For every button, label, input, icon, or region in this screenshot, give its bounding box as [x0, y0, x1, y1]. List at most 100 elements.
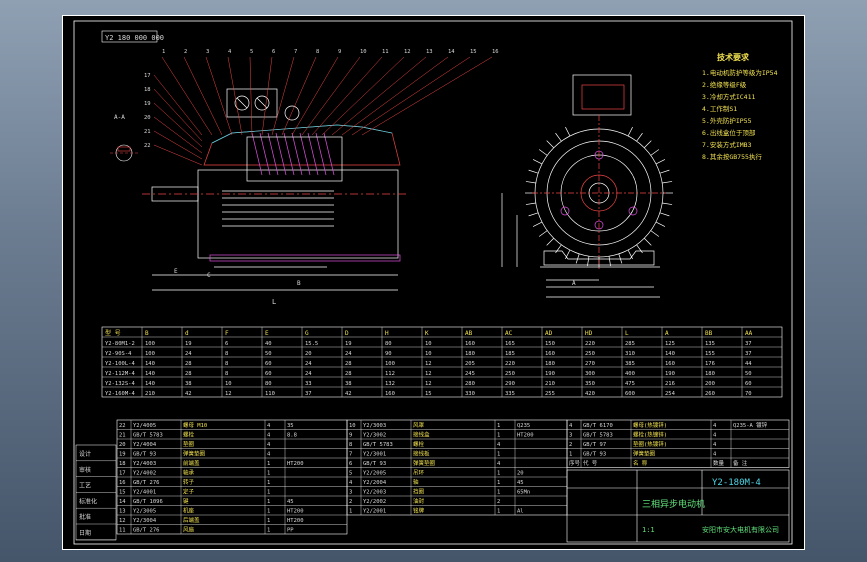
bom-cell: Y2/4005: [133, 423, 156, 429]
table-cell: 270: [585, 361, 595, 367]
bom-cell: 10: [349, 423, 356, 429]
bom-cell: Y2/4001: [133, 490, 156, 496]
tech-requirements: 1.电动机防护等级为IP54 2.绝缘等级F级 3.冷却方式IC411 4.工作制S1…: [702, 68, 778, 161]
bom-cell: 4: [713, 423, 717, 429]
bom-cell: GB/T 5783: [363, 442, 393, 448]
title-tag: Y2 180 000 000: [105, 34, 164, 42]
bom-cell: 1: [497, 423, 500, 429]
table-cell: 12: [425, 381, 432, 387]
bom-cell: GB/T 5783: [133, 433, 163, 439]
table-cell: 60: [265, 361, 272, 367]
leader-label: 20: [144, 115, 151, 121]
bom-cell: Y2/3003: [363, 423, 386, 429]
table-cell: 140: [145, 381, 155, 387]
table-cell: 33: [305, 381, 312, 387]
table-header: AB: [465, 330, 473, 337]
table-cell: 200: [705, 381, 715, 387]
table-cell: 335: [505, 391, 515, 397]
bom-cell: 13: [119, 509, 126, 515]
table-cell: 140: [665, 351, 675, 357]
bom-cell: 4: [713, 442, 717, 448]
table-cell: 180: [465, 351, 475, 357]
bom-cell: 18: [119, 461, 126, 467]
table-header: BB: [705, 330, 713, 337]
section-detail: [110, 144, 138, 162]
bom-cell: 1: [267, 471, 270, 477]
table-cell: 15: [425, 391, 432, 397]
bom-cell: 15: [119, 490, 126, 496]
table-cell: 100: [385, 361, 395, 367]
bom-right: 4 GB/T 6170 螺母(热镀锌) 4 Q235-A 镀锌 3 GB/T 5783 螺栓(…: [566, 419, 790, 468]
table-cell: 140: [145, 371, 155, 377]
table-cell: 160: [465, 341, 475, 347]
table-cell: 180: [705, 371, 715, 377]
bom-cell: 1: [349, 509, 352, 515]
bom-cell: 20: [119, 442, 126, 448]
table-cell: 28: [345, 371, 352, 377]
sign-label: 审核: [79, 466, 91, 474]
table-cell: 135: [705, 341, 715, 347]
motor-name: 三相异步电动机: [642, 498, 705, 510]
leader-label: 18: [144, 87, 151, 93]
bom-cell: 4: [497, 461, 501, 467]
bom-cell: 4: [713, 452, 717, 458]
table-cell: 250: [585, 351, 595, 357]
sign-label: 工艺: [79, 482, 91, 490]
bom-cell: 11: [119, 528, 126, 534]
bom-cell: Y2/2003: [363, 490, 386, 496]
leader-label: 12: [404, 49, 411, 55]
table-header: E: [265, 330, 269, 337]
bom-cell: 前端盖: [183, 459, 200, 467]
bom-cell: 转子: [183, 478, 195, 486]
bom-cell: 1: [267, 509, 270, 515]
table-cell: 150: [545, 341, 555, 347]
table-cell: 210: [145, 391, 155, 397]
table-cell: 40: [265, 341, 272, 347]
stator-hatch: [251, 132, 335, 176]
leader-label: 3: [206, 49, 209, 55]
table-cell: 160: [385, 391, 395, 397]
bom-cell: 3: [569, 433, 572, 439]
bom-cell: 螺母 M10: [183, 421, 207, 429]
leader-label: 10: [360, 49, 367, 55]
bom-cell: 油封: [413, 497, 425, 505]
bom-cell: 45: [287, 499, 294, 505]
bom-cell: 65Mn: [517, 490, 530, 496]
table-header: AA: [745, 330, 753, 337]
bom-cell: 19: [119, 452, 126, 458]
table-cell: 210: [545, 381, 555, 387]
bom-cell: PP: [287, 528, 294, 534]
table-cell: 180: [545, 361, 555, 367]
table-cell: 300: [585, 371, 595, 377]
table-cell: 350: [585, 381, 595, 387]
bom-cell: Y2/2005: [363, 471, 386, 477]
bom-cell: 吊环: [413, 470, 425, 477]
table-cell: 280: [465, 381, 475, 387]
sign-label: 设计: [79, 450, 91, 458]
leader-callouts: 1 2 3 4 5 6 7 8 9 10 11 12 13 14 15 16171819202122: [144, 49, 499, 166]
bom-cell: 后端盖: [183, 516, 200, 524]
bom-cell: 4: [267, 433, 271, 439]
table-cell: Y2-80M1-2: [105, 341, 135, 347]
drawing-canvas[interactable]: Y2 180 000 000 L E C B 1 2 3 4 5 6 7 8 9…: [62, 15, 805, 550]
table-cell: 12: [225, 391, 232, 397]
table-cell: 24: [305, 361, 312, 367]
table-cell: 176: [705, 361, 715, 367]
bom-cell: 4: [569, 423, 573, 429]
table-cell: 50: [265, 351, 272, 357]
bom-cell: 数量: [713, 459, 725, 467]
bom-cell: 铭牌: [413, 507, 425, 515]
bom-cell: 弹簧垫圈: [413, 459, 436, 467]
bom-cell: 螺栓(热镀锌): [633, 431, 667, 439]
bom-cell: 机座: [183, 507, 195, 515]
leader-label: 17: [144, 73, 151, 79]
bom-cell: Y2/2001: [363, 509, 386, 515]
table-cell: 28: [345, 361, 352, 367]
leader-label: 1: [162, 49, 165, 55]
end-view: [501, 74, 673, 298]
bom-cell: Y2/2004: [363, 480, 387, 486]
housing-fins: [222, 190, 334, 227]
bom-cell: GB/T 97: [583, 442, 606, 448]
table-cell: 190: [665, 371, 675, 377]
bom-cell: 垫圈(热镀锌): [633, 440, 667, 448]
